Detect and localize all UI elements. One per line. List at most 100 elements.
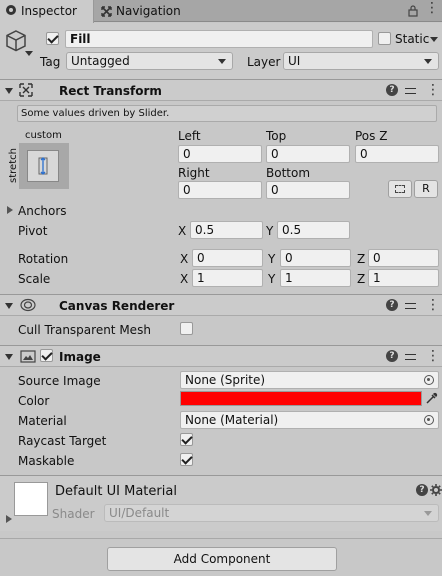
shader-dropdown[interactable]: UI/Default bbox=[104, 504, 439, 522]
rect-transform-header[interactable]: Rect Transform ? ⋮ bbox=[0, 79, 442, 101]
icon-dropdown-icon[interactable] bbox=[25, 51, 33, 56]
tag-label: Tag bbox=[40, 55, 61, 69]
canvas-renderer-header[interactable]: Canvas Renderer ? ⋮ bbox=[0, 294, 442, 316]
anchors-label[interactable]: Anchors bbox=[18, 204, 67, 218]
bottom-field[interactable]: 0 bbox=[266, 181, 350, 199]
scale-x-axis-label: X bbox=[180, 272, 189, 286]
tab-inspector-label: Inspector bbox=[21, 4, 77, 18]
image-header[interactable]: Image ? ⋮ bbox=[0, 345, 442, 367]
color-label: Color bbox=[18, 394, 50, 408]
shader-value: UI/Default bbox=[109, 506, 170, 520]
presets-icon[interactable] bbox=[405, 351, 416, 362]
help-icon[interactable]: ? bbox=[386, 299, 398, 311]
material-name: Default UI Material bbox=[55, 484, 177, 499]
raycast-target-label: Raycast Target bbox=[18, 434, 107, 448]
rotation-z-field[interactable]: 0 bbox=[368, 249, 439, 267]
gear-icon[interactable] bbox=[430, 484, 442, 496]
posz-label: Pos Z bbox=[355, 129, 388, 143]
posz-field[interactable]: 0 bbox=[355, 145, 439, 163]
rotation-x-axis-label: X bbox=[180, 252, 189, 266]
add-component-button[interactable]: Add Component bbox=[107, 547, 337, 571]
divider bbox=[0, 538, 442, 539]
rect-transform-title: Rect Transform bbox=[59, 84, 162, 98]
chevron-down-icon bbox=[218, 59, 226, 64]
tab-menu-icon[interactable]: ⋮ bbox=[425, 1, 439, 15]
static-label: Static bbox=[395, 32, 430, 46]
object-picker-icon[interactable] bbox=[424, 375, 434, 385]
chevron-down-icon bbox=[424, 59, 432, 64]
tab-inspector[interactable]: Inspector bbox=[0, 0, 94, 23]
cull-mesh-label: Cull Transparent Mesh bbox=[18, 323, 151, 337]
presets-icon[interactable] bbox=[405, 85, 416, 96]
top-label: Top bbox=[266, 129, 287, 143]
raw-edit-button[interactable]: R bbox=[414, 180, 438, 198]
help-icon[interactable]: ? bbox=[386, 350, 398, 362]
image-title: Image bbox=[59, 350, 101, 364]
inspector-icon bbox=[6, 5, 16, 15]
top-field[interactable]: 0 bbox=[266, 145, 350, 163]
maskable-label: Maskable bbox=[18, 454, 75, 468]
material-thumbnail[interactable] bbox=[14, 482, 48, 516]
scale-x-field[interactable]: 1 bbox=[192, 269, 263, 287]
lock-icon[interactable] bbox=[408, 5, 418, 17]
tab-navigation-label: Navigation bbox=[116, 4, 181, 18]
raycast-target-checkbox[interactable] bbox=[180, 433, 193, 446]
help-icon[interactable]: ? bbox=[386, 84, 398, 96]
pivot-y-field[interactable]: 0.5 bbox=[277, 221, 350, 239]
scale-label: Scale bbox=[18, 272, 51, 286]
scale-y-field[interactable]: 1 bbox=[280, 269, 351, 287]
maskable-checkbox[interactable] bbox=[180, 453, 193, 466]
eyedropper-icon[interactable] bbox=[425, 392, 438, 405]
help-icon[interactable]: ? bbox=[416, 484, 428, 496]
active-checkbox[interactable] bbox=[46, 32, 59, 45]
canvas-renderer-title: Canvas Renderer bbox=[59, 299, 175, 313]
pivot-x-field[interactable]: 0.5 bbox=[190, 221, 263, 239]
tab-navigation[interactable]: Navigation bbox=[98, 0, 198, 22]
shader-label: Shader bbox=[52, 507, 95, 521]
fold-arrow-icon[interactable] bbox=[5, 354, 13, 360]
blueprint-icon bbox=[395, 185, 405, 193]
fold-arrow-icon[interactable] bbox=[5, 303, 13, 309]
right-field[interactable]: 0 bbox=[178, 181, 262, 199]
rotation-z-axis-label: Z bbox=[357, 252, 366, 266]
rotation-y-axis-label: Y bbox=[268, 252, 276, 266]
static-dropdown-icon[interactable] bbox=[430, 37, 438, 42]
component-menu-icon[interactable]: ⋮ bbox=[426, 349, 440, 363]
cull-mesh-checkbox[interactable] bbox=[180, 322, 193, 335]
object-picker-icon[interactable] bbox=[424, 415, 434, 425]
anchors-fold-icon[interactable] bbox=[7, 206, 13, 214]
gameobject-cube-icon[interactable] bbox=[5, 29, 27, 53]
rotation-y-field[interactable]: 0 bbox=[280, 249, 351, 267]
layer-value: UI bbox=[288, 54, 301, 68]
right-label: Right bbox=[178, 166, 210, 180]
left-label: Left bbox=[178, 129, 201, 143]
component-menu-icon[interactable]: ⋮ bbox=[426, 298, 440, 312]
blueprint-mode-button[interactable] bbox=[388, 180, 412, 198]
component-menu-icon[interactable]: ⋮ bbox=[426, 83, 440, 97]
presets-icon[interactable] bbox=[405, 300, 416, 311]
object-name-field[interactable]: Fill bbox=[65, 30, 373, 48]
scale-z-field[interactable]: 1 bbox=[368, 269, 439, 287]
image-enabled-checkbox[interactable] bbox=[40, 349, 53, 362]
material-fold-icon[interactable] bbox=[6, 515, 12, 523]
material-value: None (Material) bbox=[185, 413, 279, 427]
scale-z-axis-label: Z bbox=[357, 272, 366, 286]
static-checkbox[interactable] bbox=[378, 32, 391, 45]
canvas-renderer-icon bbox=[20, 298, 36, 312]
rotation-label: Rotation bbox=[18, 252, 69, 266]
layer-dropdown[interactable]: UI bbox=[283, 52, 439, 70]
left-field[interactable]: 0 bbox=[178, 145, 262, 163]
anchor-preset-button[interactable] bbox=[19, 143, 69, 189]
pivot-y-axis-label: Y bbox=[266, 224, 274, 238]
bottom-label: Bottom bbox=[266, 166, 311, 180]
tag-dropdown[interactable]: Untagged bbox=[66, 52, 233, 70]
source-image-field[interactable]: None (Sprite) bbox=[180, 371, 439, 389]
scale-y-axis-label: Y bbox=[268, 272, 276, 286]
rotation-x-field[interactable]: 0 bbox=[192, 249, 263, 267]
fold-arrow-icon[interactable] bbox=[5, 88, 13, 94]
driven-info-box: Some values driven by Slider. bbox=[17, 105, 437, 122]
chevron-down-icon bbox=[424, 511, 432, 516]
anchor-preset-frame bbox=[27, 150, 59, 182]
color-swatch[interactable] bbox=[180, 391, 422, 406]
material-field[interactable]: None (Material) bbox=[180, 411, 439, 429]
